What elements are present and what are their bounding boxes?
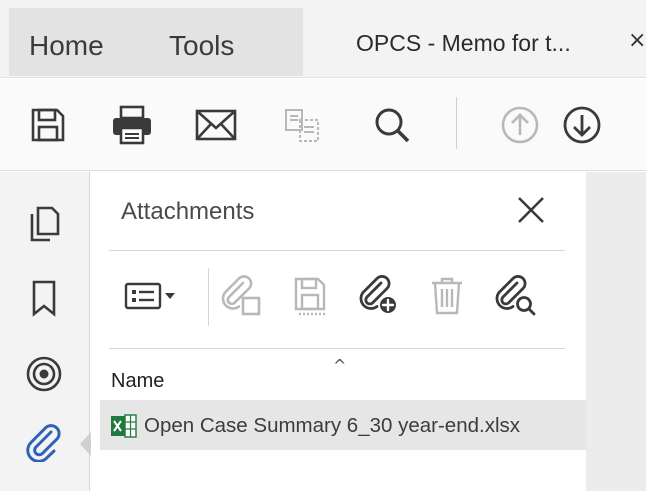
tab-home[interactable]: Home bbox=[29, 30, 104, 62]
panel-toolbar-separator bbox=[208, 268, 209, 326]
attachments-panel: Attachments ^ Name Open Case Summary 6_3… bbox=[91, 172, 586, 491]
layers-icon[interactable] bbox=[22, 352, 66, 396]
close-panel-icon[interactable] bbox=[509, 188, 553, 232]
search-icon[interactable] bbox=[368, 101, 416, 149]
search-attachment-icon[interactable] bbox=[489, 270, 541, 322]
pages-icon[interactable] bbox=[22, 202, 66, 246]
panel-divider bbox=[109, 348, 565, 349]
page-down-icon[interactable] bbox=[558, 101, 606, 149]
close-tab-icon[interactable]: × bbox=[628, 28, 646, 53]
navigation-rail bbox=[0, 172, 90, 491]
email-icon[interactable] bbox=[192, 101, 240, 149]
open-attachment-icon[interactable] bbox=[215, 270, 267, 322]
options-menu-icon[interactable] bbox=[121, 270, 185, 322]
add-attachment-icon[interactable] bbox=[353, 270, 405, 322]
attachment-row[interactable]: Open Case Summary 6_30 year-end.xlsx bbox=[100, 400, 586, 450]
tab-tools[interactable]: Tools bbox=[169, 30, 234, 62]
attachment-file-name: Open Case Summary 6_30 year-end.xlsx bbox=[144, 414, 521, 437]
save-icon[interactable] bbox=[24, 101, 72, 149]
sort-caret-icon[interactable]: ^ bbox=[333, 356, 346, 375]
document-tab[interactable]: OPCS - Memo for t... bbox=[356, 30, 571, 57]
attachment-icon[interactable] bbox=[22, 420, 66, 464]
excel-file-icon bbox=[111, 414, 137, 438]
delete-icon[interactable] bbox=[421, 270, 473, 322]
save-attachment-icon[interactable] bbox=[285, 270, 337, 322]
toolbar-separator bbox=[456, 97, 457, 149]
tab-bar: Home Tools OPCS - Memo for t... × bbox=[0, 0, 646, 78]
document-area bbox=[586, 172, 646, 491]
panel-divider bbox=[109, 250, 565, 251]
active-rail-pointer bbox=[80, 432, 91, 456]
nav-tabs: Home Tools bbox=[9, 8, 303, 76]
page-up-icon[interactable] bbox=[496, 101, 544, 149]
panel-title: Attachments bbox=[121, 198, 255, 225]
bookmark-icon[interactable] bbox=[22, 276, 66, 320]
main-toolbar bbox=[0, 79, 646, 171]
print-icon[interactable] bbox=[108, 101, 156, 149]
column-header-name[interactable]: Name bbox=[111, 370, 164, 393]
compare-icon[interactable] bbox=[278, 101, 326, 149]
